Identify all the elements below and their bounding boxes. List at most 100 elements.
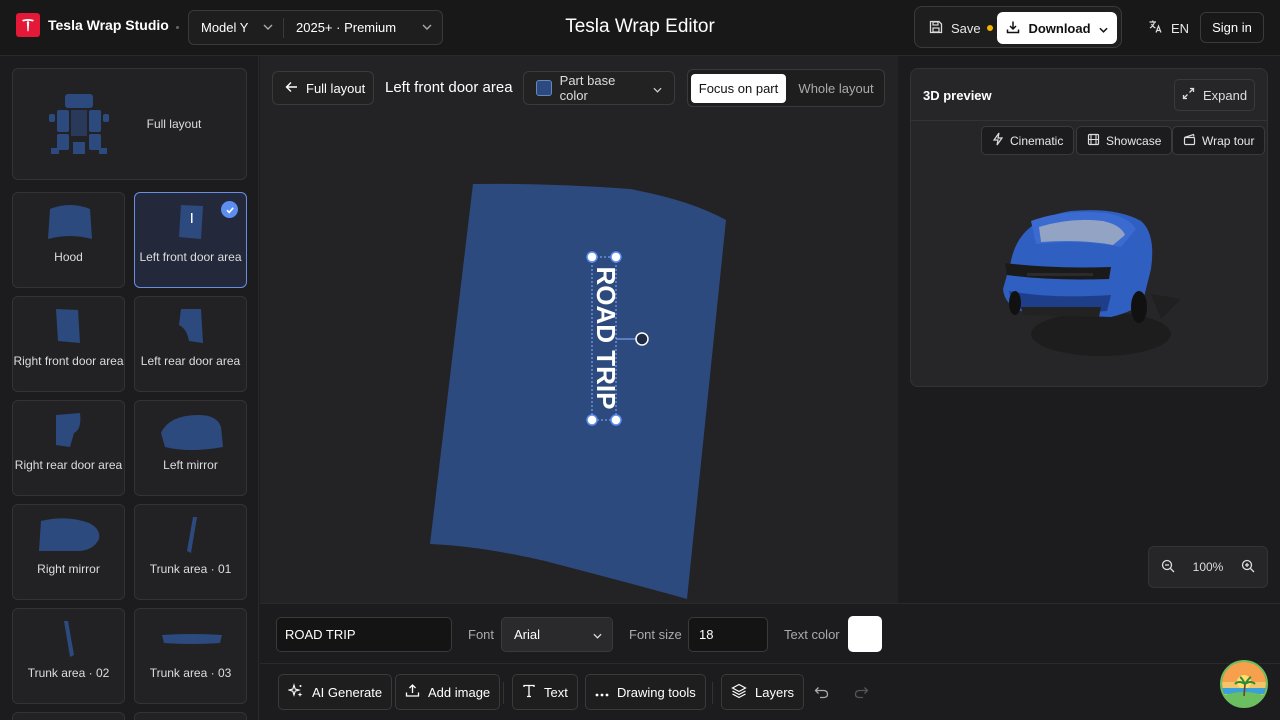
part-tile-hood[interactable]: Hood [12,192,125,288]
user-avatar[interactable] [1220,660,1268,708]
lightning-icon [992,132,1004,149]
chevron-down-icon [593,627,602,642]
left-rear-door-thumbnail [179,309,203,343]
model-value: Model Y [201,20,249,35]
drawing-tools-button[interactable]: Drawing tools [585,674,706,710]
door-part-shape [430,183,726,599]
part-base-color-button[interactable]: Part base color [523,71,675,105]
road-trip-text: ROAD TRIP [591,267,621,410]
arrow-left-icon [285,81,298,96]
part-tile-trunk-03[interactable]: Trunk area · 03 [134,608,247,704]
download-button[interactable]: Download [997,12,1117,44]
part-label: Left mirror [163,458,218,472]
text-color-label: Text color [784,627,840,642]
save-button[interactable]: Save [923,15,987,41]
layers-label: Layers [755,684,795,700]
sparkles-icon [287,682,304,702]
text-properties-bar: Font Arial Font size Text color [260,603,1280,664]
font-select[interactable]: Arial [501,617,613,652]
undo-icon[interactable] [811,682,831,702]
top-bar: Tesla Wrap Studio Model Y 2025+ · Premiu… [0,0,1280,56]
text-tool-button[interactable]: Text [512,674,578,710]
hood-thumbnail [48,205,92,239]
chevron-down-icon [263,22,273,33]
vehicle-selector: Model Y 2025+ · Premium [188,10,443,45]
zoom-control: 100% [1148,546,1268,588]
view-mode-toggle: Focus on part Whole layout [687,69,885,107]
part-label: Left rear door area [140,354,241,368]
cinematic-button[interactable]: Cinematic [981,126,1075,155]
ai-generate-label: AI Generate [312,684,383,700]
resize-handle [586,251,598,263]
part-label: Right front door area [13,354,124,368]
brand[interactable]: Tesla Wrap Studio [16,13,169,37]
unsaved-indicator [987,25,993,31]
preview-title: 3D preview [923,88,992,103]
part-tile-more[interactable] [134,712,247,720]
part-tile-left-front-door[interactable]: Left front door area [134,192,247,288]
text-icon [522,684,536,701]
toolbar-divider [712,682,713,704]
preview-header: 3D preview Expand [911,69,1267,121]
more-horizontal-icon [595,685,609,700]
whole-layout-tab[interactable]: Whole layout [790,74,882,103]
sign-in-button[interactable]: Sign in [1200,12,1264,43]
full-layout-label: Full layout [146,117,202,131]
model-select[interactable]: Model Y [189,17,284,38]
redo-icon[interactable] [851,682,871,702]
part-tile-trunk-01[interactable]: Trunk area · 01 [134,504,247,600]
part-tile-right-mirror[interactable]: Right mirror [12,504,125,600]
back-to-full-layout-button[interactable]: Full layout [272,71,374,105]
right-rear-door-thumbnail [56,413,81,447]
part-tile-trunk-02[interactable]: Trunk area · 02 [12,608,125,704]
clapperboard-icon [1183,133,1196,149]
cinematic-label: Cinematic [1010,133,1064,148]
trim-select[interactable]: 2025+ · Premium [284,11,442,44]
part-tile-more[interactable] [12,712,125,720]
full-layout-tile[interactable]: Full layout [12,68,247,180]
focus-on-part-tab[interactable]: Focus on part [691,74,786,103]
part-label: Trunk area · 01 [149,562,232,576]
check-icon [221,201,238,218]
add-image-label: Add image [428,684,491,700]
part-tile-left-mirror[interactable]: Left mirror [134,400,247,496]
text-tool-label: Text [544,684,568,700]
film-icon [1087,133,1100,149]
zoom-level: 100% [1192,560,1224,574]
right-front-door-thumbnail [56,309,80,343]
text-content-input[interactable] [276,617,452,652]
text-color-swatch[interactable] [848,616,882,652]
layers-button[interactable]: Layers [721,674,805,710]
part-tile-right-front-door[interactable]: Right front door area [12,296,125,392]
tesla-logo-icon [16,13,40,37]
zoom-out-icon[interactable] [1161,559,1175,576]
back-label: Full layout [306,80,366,96]
right-mirror-thumbnail [39,518,100,551]
add-image-button[interactable]: Add image [395,674,501,710]
save-icon [929,20,943,37]
language-button[interactable]: EN [1138,13,1199,43]
wrap-tour-label: Wrap tour [1202,133,1255,148]
door-part-canvas: ROAD TRIP [430,183,726,599]
full-layout-thumbnail [49,94,109,154]
font-value: Arial [514,627,541,642]
wrap-tour-button[interactable]: Wrap tour [1172,126,1266,155]
editor-canvas[interactable]: ROAD TRIP Full layout Left front door ar… [260,56,898,603]
part-tile-right-rear-door[interactable]: Right rear door area [12,400,125,496]
toolbar-divider [503,682,504,704]
part-label: Right mirror [37,562,100,576]
trunk-01-thumbnail [187,517,197,553]
showcase-button[interactable]: Showcase [1076,126,1173,155]
car-3d-model[interactable] [991,199,1191,369]
resize-handle [610,414,622,426]
ai-generate-button[interactable]: AI Generate [278,674,393,710]
expand-button[interactable]: Expand [1174,79,1255,111]
download-icon [1006,20,1020,37]
zoom-in-icon[interactable] [1241,559,1255,576]
separator-dot [176,26,179,29]
part-tile-left-rear-door[interactable]: Left rear door area [134,296,247,392]
font-size-input[interactable] [688,617,768,652]
chevron-down-icon [1098,21,1108,36]
part-label: Left front door area [139,250,242,264]
3d-preview-panel: 3D preview Expand Cinematic Showcase Wra… [910,68,1268,387]
